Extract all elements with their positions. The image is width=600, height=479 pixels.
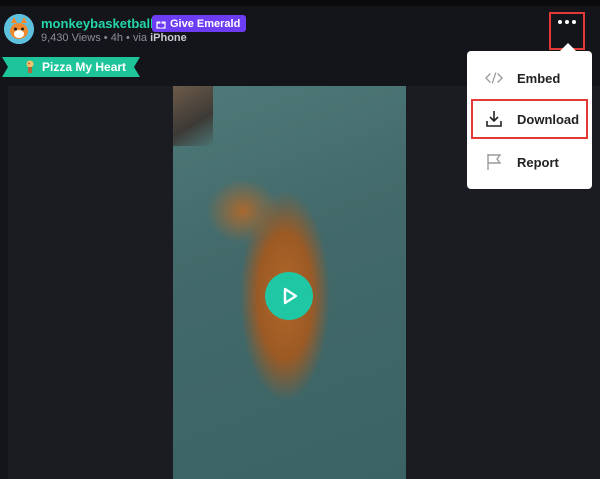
- menu-item-label: Download: [517, 111, 580, 127]
- post-meta: 9,430 Views • 4h • via iPhone: [41, 32, 187, 44]
- pizza-badge[interactable]: Pizza My Heart: [2, 57, 141, 77]
- pizza-icon: [26, 60, 34, 73]
- gift-icon: [156, 21, 166, 29]
- menu-item-report[interactable]: Report: [471, 142, 588, 182]
- give-emerald-label: Give Emerald: [170, 17, 241, 30]
- meta-separator: •: [103, 32, 108, 44]
- play-icon: [283, 287, 298, 305]
- embed-icon: [485, 69, 503, 87]
- menu-item-label: Report: [517, 154, 559, 170]
- badge-label: Pizza My Heart: [42, 60, 127, 74]
- menu-item-embed[interactable]: Embed: [471, 58, 588, 98]
- menu-caret: [560, 43, 576, 51]
- username-link[interactable]: monkeybasketball: [41, 16, 154, 31]
- video-corner-shadow: [173, 86, 213, 146]
- flag-icon: [485, 153, 503, 171]
- meta-separator: •: [126, 32, 130, 44]
- cat-avatar-icon: [4, 14, 34, 44]
- post-age: 4h: [110, 32, 123, 44]
- via-device: iPhone: [150, 32, 187, 44]
- menu-item-label: Embed: [517, 70, 561, 86]
- download-icon: [485, 110, 503, 128]
- more-dots-icon: [558, 20, 576, 24]
- give-emerald-button[interactable]: Give Emerald: [152, 15, 247, 32]
- avatar[interactable]: [4, 14, 34, 44]
- play-button[interactable]: [265, 272, 313, 320]
- via-prefix: via: [132, 32, 148, 44]
- view-count: 9,430 Views: [41, 32, 101, 44]
- menu-item-download[interactable]: Download: [471, 99, 588, 139]
- top-bar: [0, 0, 600, 6]
- options-menu: Embed Download Report: [467, 51, 592, 189]
